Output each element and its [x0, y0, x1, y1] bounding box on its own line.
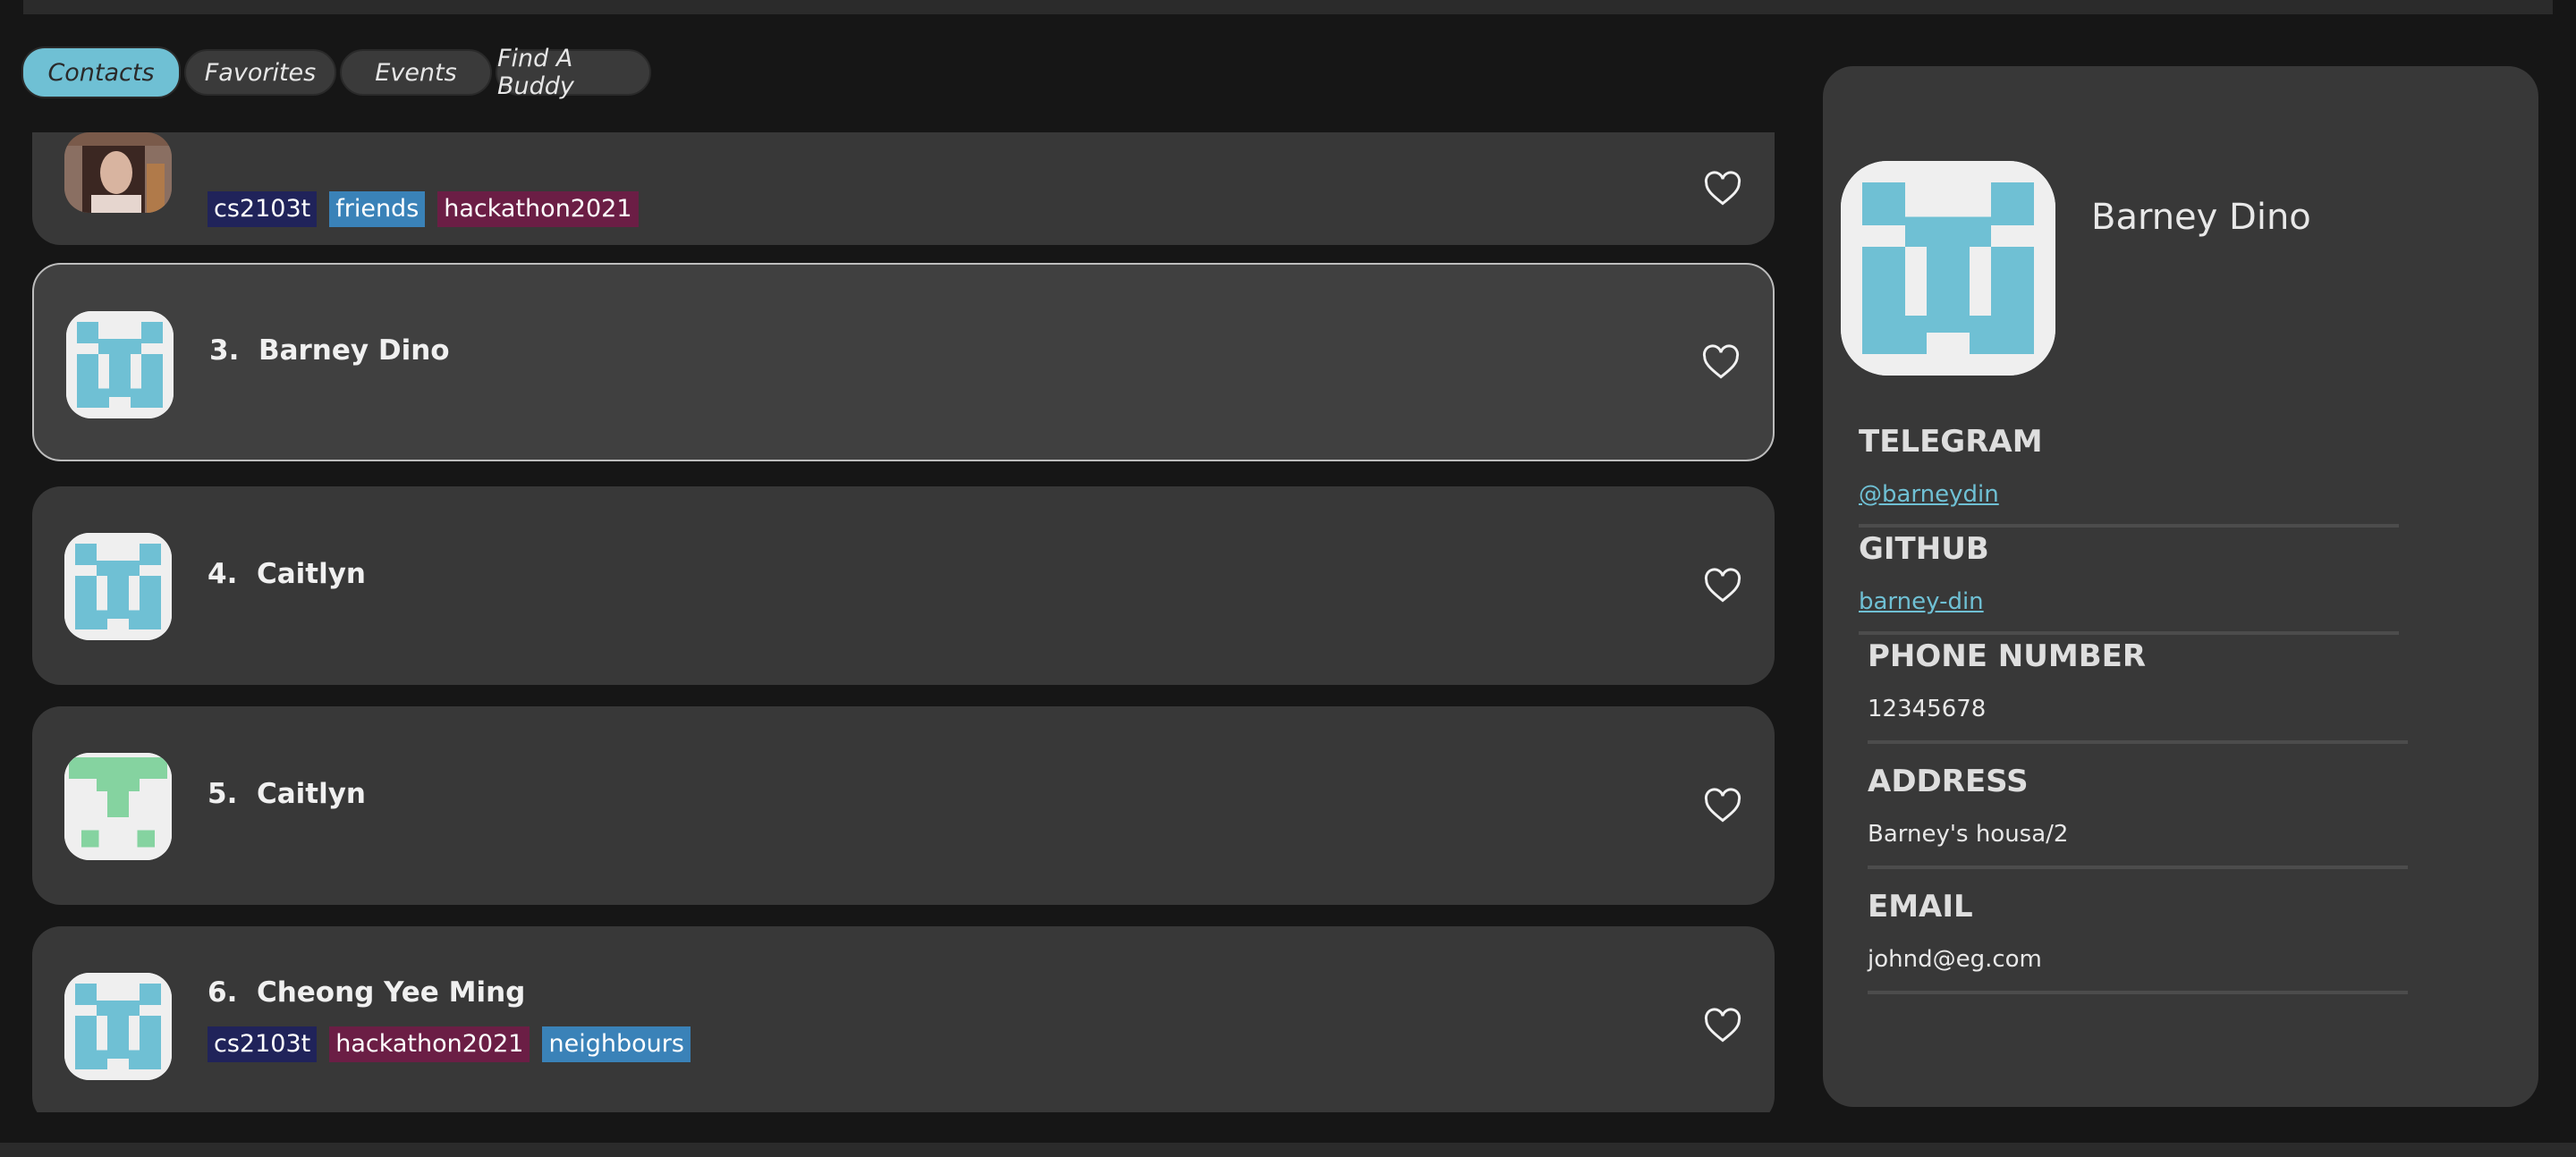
telegram-link[interactable]: @barneydin: [1859, 481, 2399, 508]
contact-index: 4.: [208, 558, 238, 590]
contact-card[interactable]: 6. Cheong Yee Ming cs2103t hackathon2021…: [32, 926, 1775, 1112]
address-label: ADDRESS: [1868, 764, 2029, 799]
contact-name-text: Barney Dino: [258, 334, 450, 367]
tab-favorites[interactable]: Favorites: [184, 49, 336, 96]
bottom-bar: [0, 1143, 2576, 1157]
email-label: EMAIL: [1868, 889, 1973, 925]
telegram-label: TELEGRAM: [1859, 424, 2043, 460]
divider: [1859, 631, 2399, 635]
identicon-avatar: [64, 753, 172, 860]
contact-name: 6. Cheong Yee Ming: [208, 976, 525, 1009]
identicon-avatar: [64, 533, 172, 640]
tag-label: hackathon2021: [437, 191, 639, 227]
address-field: ADDRESS Barney's housa/2: [1868, 764, 2408, 869]
github-field: GITHUB barney-din: [1859, 531, 2399, 635]
contact-index: 6.: [208, 976, 238, 1009]
favorite-heart-icon[interactable]: [1703, 787, 1742, 826]
contact-index: 5.: [208, 778, 238, 810]
favorite-heart-icon[interactable]: [1703, 170, 1742, 209]
phone-label: PHONE NUMBER: [1868, 638, 2147, 674]
tag-label: cs2103t: [208, 1026, 318, 1062]
identicon-avatar: [66, 311, 174, 418]
contact-card-selected[interactable]: 3. Barney Dino: [32, 263, 1775, 461]
divider: [1868, 740, 2408, 744]
github-label: GITHUB: [1859, 531, 1989, 567]
contact-name-text: Caitlyn: [256, 558, 366, 590]
tag-label: cs2103t: [208, 191, 318, 227]
top-bar: [23, 0, 2553, 14]
tab-events[interactable]: Events: [340, 49, 492, 96]
contact-card[interactable]: cs2103t friends hackathon2021: [32, 132, 1775, 245]
contact-list[interactable]: cs2103t friends hackathon2021 3. Barney …: [32, 132, 1775, 1112]
tab-bar: Contacts Favorites Events Find A Buddy: [21, 45, 651, 100]
detail-identicon-avatar: [1841, 161, 2055, 376]
identicon-avatar: [64, 973, 172, 1080]
contact-name-text: Caitlyn: [256, 778, 366, 810]
tag-label: friends: [329, 191, 426, 227]
address-value: Barney's housa/2: [1868, 821, 2069, 848]
contact-detail-panel: Barney Dino TELEGRAM @barneydin GITHUB b…: [1823, 66, 2538, 1107]
tag-label: hackathon2021: [329, 1026, 530, 1062]
email-field: EMAIL johnd@eg.com: [1868, 889, 2408, 994]
contact-index: 3.: [209, 334, 240, 367]
divider: [1868, 991, 2408, 994]
tag-label: neighbours: [542, 1026, 691, 1062]
divider: [1868, 866, 2408, 869]
contact-name-text: Cheong Yee Ming: [256, 976, 526, 1009]
github-link[interactable]: barney-din: [1859, 588, 2399, 615]
favorite-heart-icon[interactable]: [1703, 1007, 1742, 1046]
contact-card[interactable]: 5. Caitlyn: [32, 706, 1775, 905]
contact-tags: cs2103t hackathon2021 neighbours: [208, 1026, 691, 1062]
contact-name: 4. Caitlyn: [208, 558, 366, 590]
contact-photo-avatar: [64, 132, 172, 213]
contact-name: 5. Caitlyn: [208, 778, 366, 810]
contact-tags: cs2103t friends hackathon2021: [208, 191, 639, 227]
detail-contact-name: Barney Dino: [2091, 197, 2311, 238]
tab-find-a-buddy[interactable]: Find A Buddy: [496, 45, 651, 100]
favorite-heart-icon[interactable]: [1701, 343, 1741, 383]
favorite-heart-icon[interactable]: [1703, 567, 1742, 606]
contact-card[interactable]: 4. Caitlyn: [32, 486, 1775, 685]
email-value: johnd@eg.com: [1868, 946, 2042, 973]
divider: [1859, 524, 2399, 528]
telegram-field: TELEGRAM @barneydin: [1859, 424, 2399, 528]
tab-contacts[interactable]: Contacts: [21, 46, 181, 98]
phone-value: 12345678: [1868, 696, 1987, 722]
contact-name: 3. Barney Dino: [209, 334, 450, 367]
photo-avatar-image: [64, 146, 172, 213]
phone-field: PHONE NUMBER 12345678: [1868, 638, 2408, 744]
